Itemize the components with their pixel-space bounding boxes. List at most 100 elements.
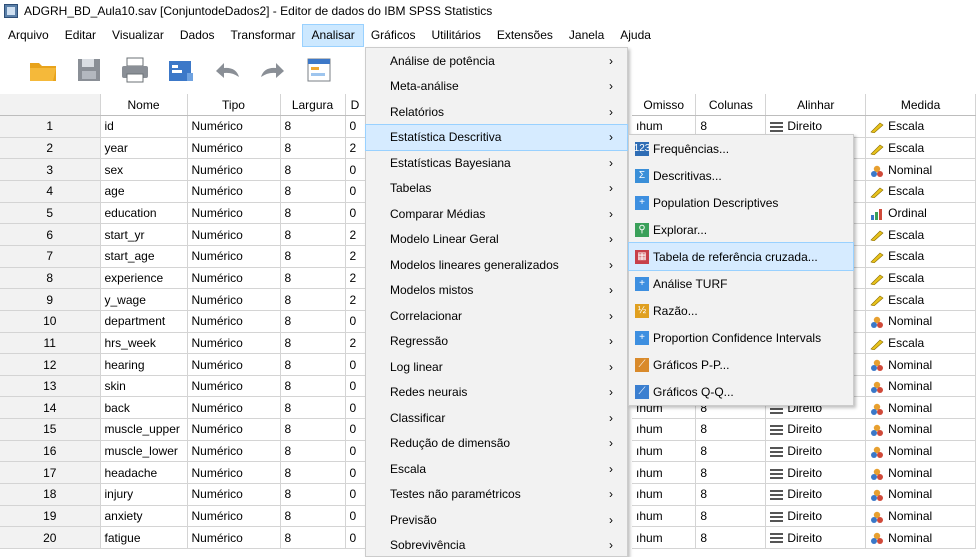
dialog-recall-icon[interactable] [164, 53, 198, 87]
variable-width-cell[interactable]: 8 [280, 245, 346, 268]
variable-type-cell[interactable]: Numérico [187, 202, 281, 225]
column-header-align[interactable]: Alinhar [765, 94, 867, 117]
variable-type-cell[interactable]: Numérico [187, 158, 281, 182]
variable-width-cell[interactable]: 8 [280, 267, 346, 290]
variable-width-cell[interactable]: 8 [280, 158, 346, 182]
variable-width-cell[interactable]: 8 [280, 137, 346, 160]
variable-name-cell[interactable]: muscle_lower [100, 440, 188, 463]
variable-type-cell[interactable]: Numérico [187, 375, 281, 398]
descriptive-submenu-item[interactable]: 123 Frequências... [629, 135, 853, 162]
redo-icon[interactable] [256, 53, 290, 87]
missing-cell[interactable]: ıhum [632, 440, 697, 463]
save-icon[interactable] [72, 53, 106, 87]
variable-width-cell[interactable]: 8 [280, 223, 346, 246]
descriptive-submenu-item[interactable]: + Population Descriptives [629, 189, 853, 216]
row-number[interactable]: 2 [0, 137, 101, 160]
missing-cell[interactable]: ıhum [632, 526, 697, 549]
measure-cell[interactable]: Escala [865, 288, 976, 311]
column-header-columns[interactable]: Colunas [695, 94, 767, 117]
menu-dados[interactable]: Dados [172, 25, 223, 46]
variable-decimals-cell[interactable]: 0 [345, 440, 366, 463]
variable-name-cell[interactable]: id [100, 115, 188, 138]
measure-cell[interactable]: Escala [865, 267, 976, 290]
measure-cell[interactable]: Nominal [865, 396, 976, 420]
variable-type-cell[interactable]: Numérico [187, 483, 281, 506]
variable-decimals-cell[interactable]: 2 [345, 245, 366, 268]
columns-cell[interactable]: 8 [695, 440, 767, 463]
variable-decimals-cell[interactable]: 0 [345, 505, 366, 528]
variable-width-cell[interactable]: 8 [280, 375, 346, 398]
columns-cell[interactable]: 8 [695, 418, 767, 441]
analyze-menu-item[interactable]: Modelo Linear Geral › [366, 227, 627, 253]
missing-cell[interactable]: ıhum [632, 418, 697, 441]
measure-cell[interactable]: Nominal [865, 526, 976, 549]
row-number[interactable]: 1 [0, 115, 101, 138]
variable-width-cell[interactable]: 8 [280, 202, 346, 225]
variable-type-cell[interactable]: Numérico [187, 418, 281, 441]
descriptive-submenu-item[interactable]: ⟋ Gráficos P-P... [629, 351, 853, 378]
variable-decimals-cell[interactable]: 2 [345, 332, 366, 355]
variable-name-cell[interactable]: headache [100, 461, 188, 485]
measure-cell[interactable]: Nominal [865, 375, 976, 398]
menu-arquivo[interactable]: Arquivo [0, 25, 57, 46]
measure-cell[interactable]: Escala [865, 137, 976, 160]
analyze-menu-item[interactable]: Estatística Descritiva › [365, 123, 628, 151]
measure-cell[interactable]: Nominal [865, 353, 976, 376]
variable-type-cell[interactable]: Numérico [187, 440, 281, 463]
variable-name-cell[interactable]: education [100, 202, 188, 225]
variable-name-cell[interactable]: skin [100, 375, 188, 398]
measure-cell[interactable]: Nominal [865, 158, 976, 182]
descriptive-submenu-item[interactable]: ⟋ Gráficos Q-Q... [629, 378, 853, 405]
align-cell[interactable]: Direito [765, 526, 867, 549]
measure-cell[interactable]: Nominal [865, 440, 976, 463]
print-icon[interactable] [118, 53, 152, 87]
analyze-menu-item[interactable]: Comparar Médias › [366, 201, 627, 227]
variable-name-cell[interactable]: experience [100, 267, 188, 290]
align-cell[interactable]: Direito [765, 461, 867, 485]
variable-name-cell[interactable]: fatigue [100, 526, 188, 549]
variable-width-cell[interactable]: 8 [280, 180, 346, 203]
analyze-menu-item[interactable]: Regressão › [366, 329, 627, 355]
variable-decimals-cell[interactable]: 0 [345, 526, 366, 549]
menu-janela[interactable]: Janela [561, 25, 612, 46]
variable-width-cell[interactable]: 8 [280, 353, 346, 376]
menu-transformar[interactable]: Transformar [223, 25, 304, 46]
columns-cell[interactable]: 8 [695, 505, 767, 528]
row-number[interactable]: 6 [0, 223, 101, 246]
variable-decimals-cell[interactable]: 2 [345, 288, 366, 311]
row-number[interactable]: 15 [0, 418, 101, 441]
analyze-menu-item[interactable]: Redução de dimensão › [366, 431, 627, 457]
variable-type-cell[interactable]: Numérico [187, 267, 281, 290]
variable-width-cell[interactable]: 8 [280, 418, 346, 441]
row-number[interactable]: 16 [0, 440, 101, 463]
variable-width-cell[interactable]: 8 [280, 332, 346, 355]
descriptive-submenu-item[interactable]: ½ Razão... [629, 297, 853, 324]
variable-width-cell[interactable]: 8 [280, 288, 346, 311]
variable-name-cell[interactable]: hrs_week [100, 332, 188, 355]
measure-cell[interactable]: Escala [865, 223, 976, 246]
variable-decimals-cell[interactable]: 0 [345, 180, 366, 203]
descriptive-submenu-item[interactable]: ⚲ Explorar... [629, 216, 853, 243]
variable-type-cell[interactable]: Numérico [187, 288, 281, 311]
variable-decimals-cell[interactable]: 0 [345, 310, 366, 333]
analyze-menu-item[interactable]: Testes não paramétricos › [366, 482, 627, 508]
variable-name-cell[interactable]: sex [100, 158, 188, 182]
variable-type-cell[interactable]: Numérico [187, 353, 281, 376]
variable-width-cell[interactable]: 8 [280, 526, 346, 549]
row-number[interactable]: 3 [0, 158, 101, 182]
align-cell[interactable]: Direito [765, 505, 867, 528]
variable-decimals-cell[interactable]: 0 [345, 115, 366, 138]
align-cell[interactable]: Direito [765, 440, 867, 463]
row-number[interactable]: 4 [0, 180, 101, 203]
row-number[interactable]: 7 [0, 245, 101, 268]
column-header-name[interactable]: Nome [100, 94, 188, 117]
analyze-menu-item[interactable]: Previsão › [366, 507, 627, 533]
measure-cell[interactable]: Nominal [865, 418, 976, 441]
descriptive-submenu-item[interactable]: Σ Descritivas... [629, 162, 853, 189]
column-header-width[interactable]: Largura [280, 94, 346, 117]
variable-width-cell[interactable]: 8 [280, 461, 346, 485]
variable-name-cell[interactable]: start_age [100, 245, 188, 268]
analyze-menu-item[interactable]: Classificar › [366, 405, 627, 431]
analyze-menu-item[interactable]: Sobrevivência › [366, 533, 627, 557]
variable-name-cell[interactable]: y_wage [100, 288, 188, 311]
